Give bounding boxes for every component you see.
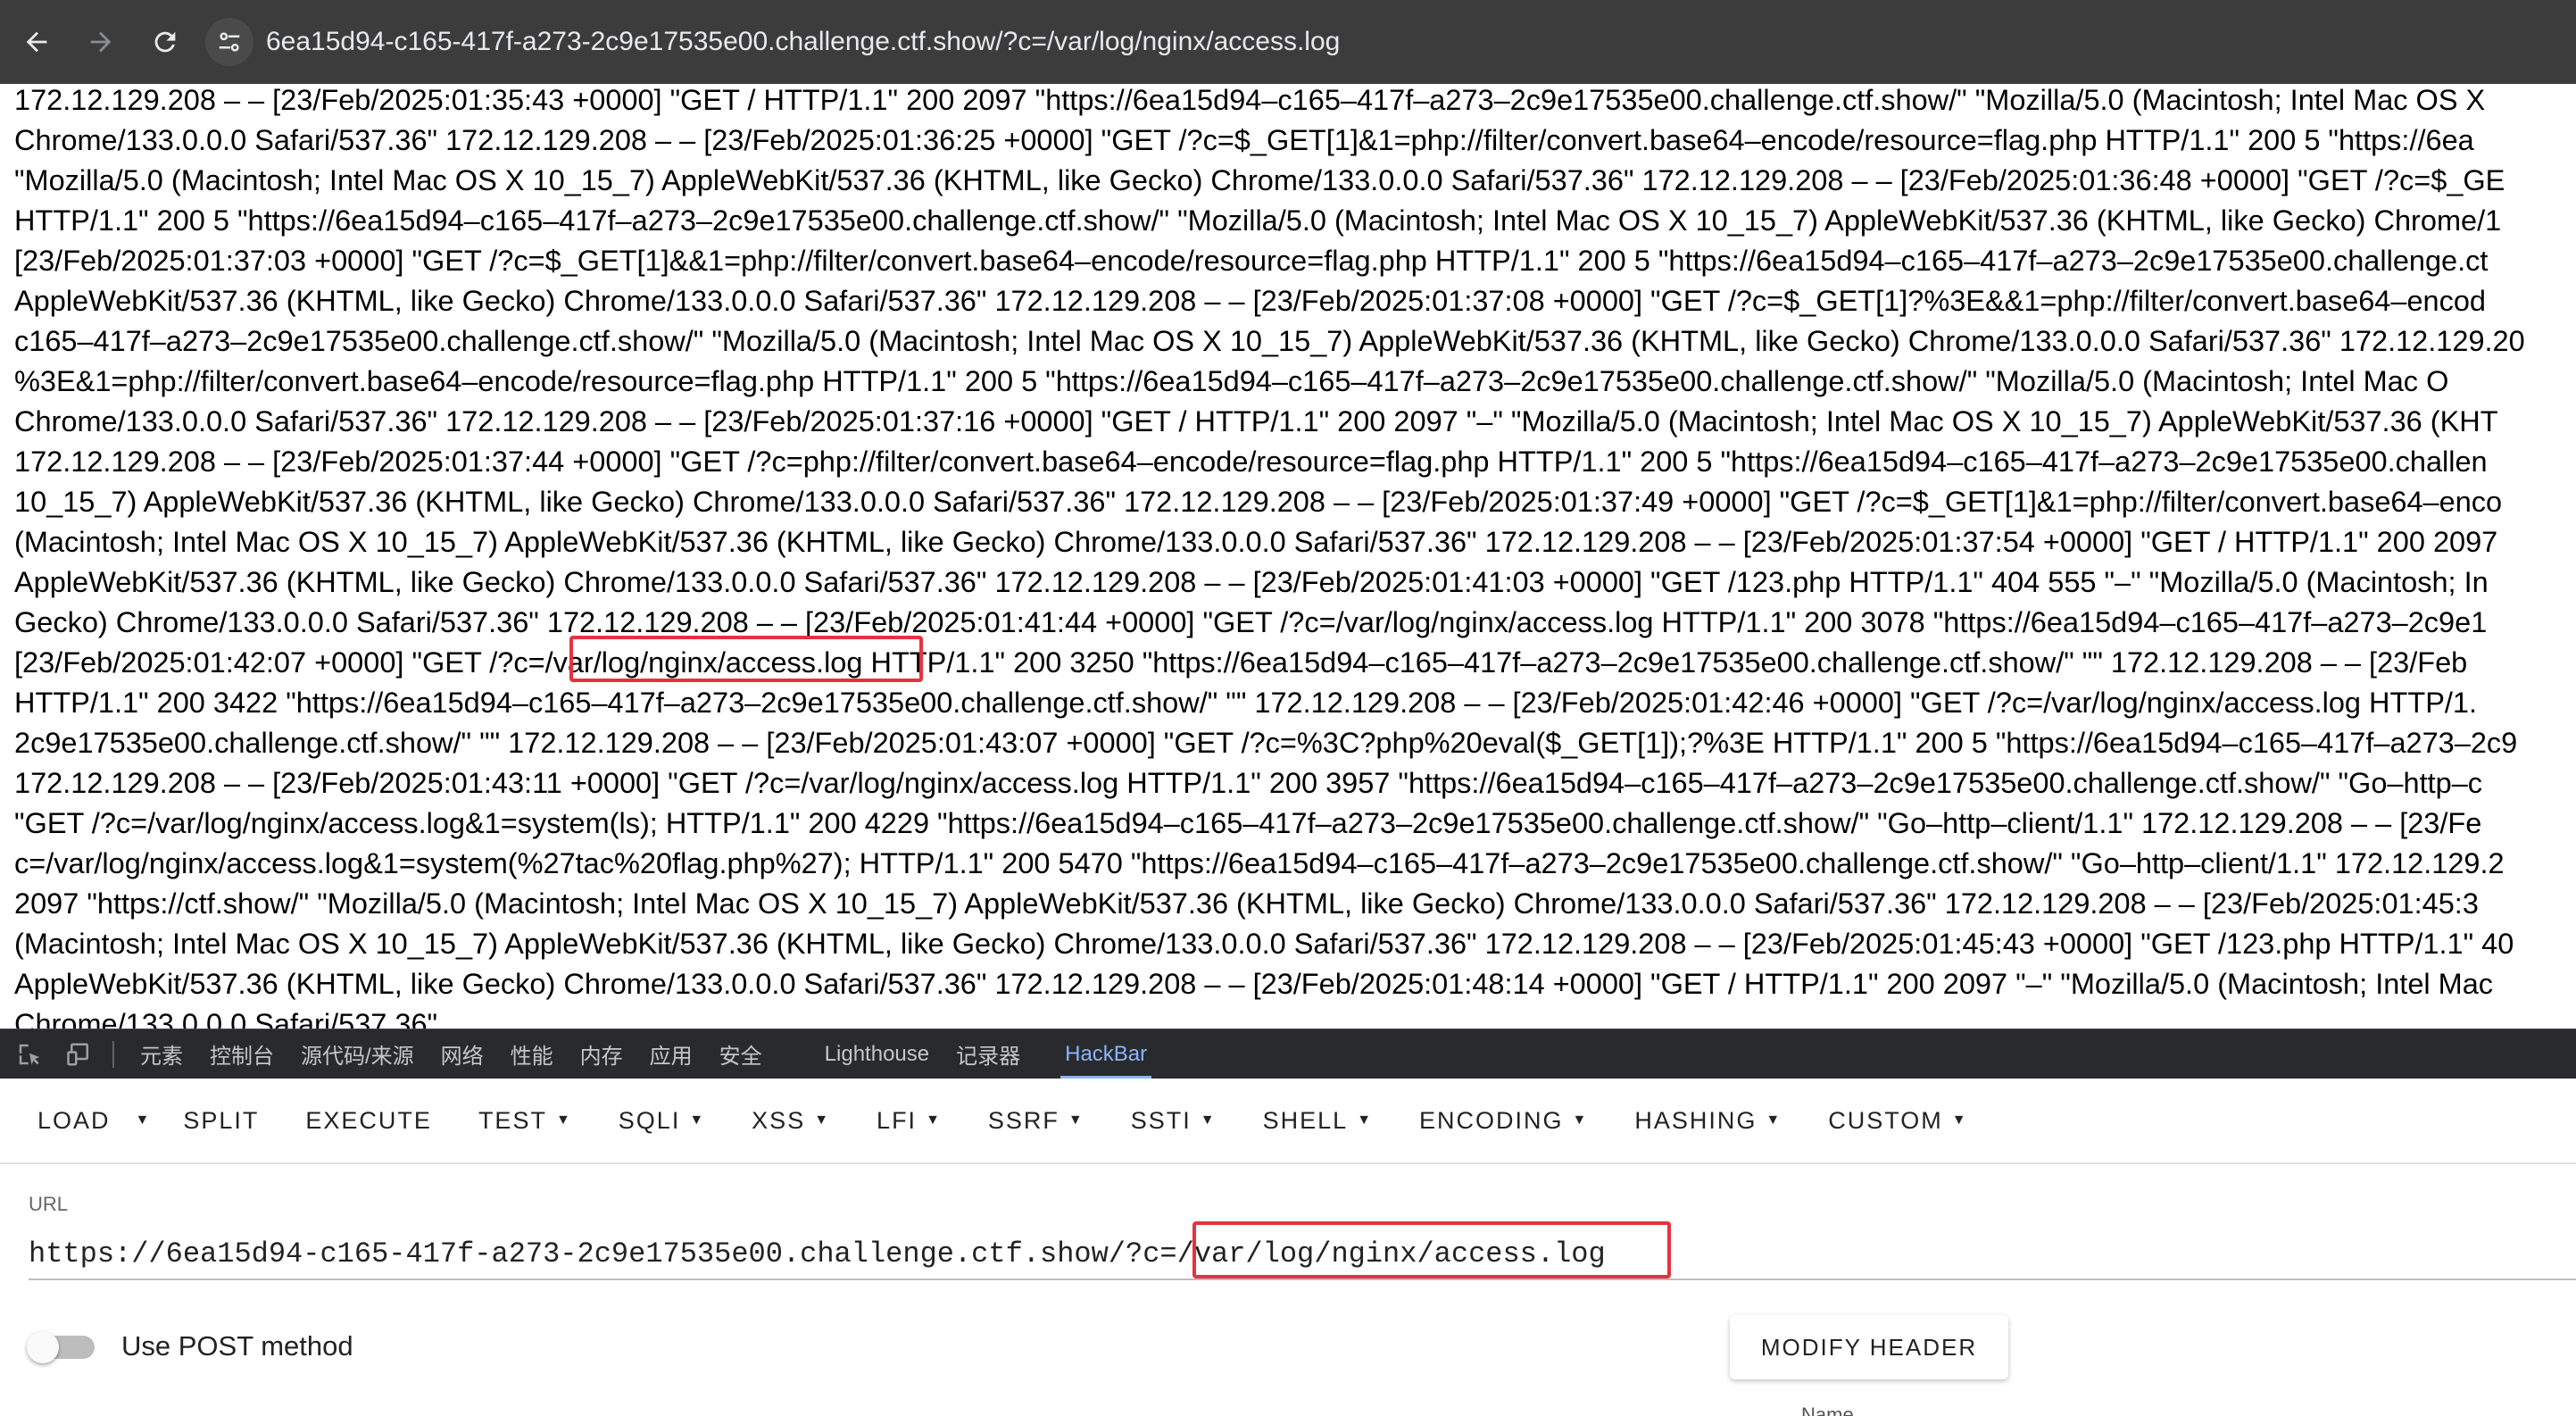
log-highlight-box xyxy=(569,636,923,682)
log-line: HTTP/1.1" 200 5 "https://6ea15d94–c165–4… xyxy=(14,204,2502,237)
log-line: (Macintosh; Intel Mac OS X 10_15_7) Appl… xyxy=(14,526,2498,558)
test-menu-button[interactable]: TEST ▼ xyxy=(455,1092,595,1149)
hashing-label: HASHING xyxy=(1634,1106,1757,1134)
reload-icon xyxy=(154,31,176,53)
hackbar-toolbar: LOAD ▼ SPLIT EXECUTE TEST ▼ SQLI ▼ XSS ▼ LF… xyxy=(0,1079,2576,1164)
log-line: 2c9e17535e00.challenge.ctf.show/" "" 172… xyxy=(14,727,2518,759)
hashing-menu-button[interactable]: HASHING ▼ xyxy=(1611,1092,1805,1149)
log-line: [23/Feb/2025:01:42:07 +0000] "GET /?c=/v… xyxy=(14,646,2468,679)
devtools-divider xyxy=(112,1040,114,1068)
modify-header-button[interactable]: MODIFY HEADER xyxy=(1730,1315,2008,1379)
log-line: "Mozilla/5.0 (Macintosh; Intel Mac OS X … xyxy=(14,164,2505,196)
split-label: SPLIT xyxy=(183,1106,260,1134)
post-method-label: Use POST method xyxy=(121,1330,353,1362)
reload-button[interactable] xyxy=(137,14,193,70)
xss-label: XSS xyxy=(752,1106,806,1134)
log-line: 2097 "https://ctf.show/" "Mozilla/5.0 (M… xyxy=(14,887,2479,920)
execute-label: EXECUTE xyxy=(305,1106,432,1134)
caret-down-icon: ▼ xyxy=(814,1112,831,1128)
caret-down-icon: ▼ xyxy=(555,1112,572,1128)
lfi-menu-button[interactable]: LFI ▼ xyxy=(853,1092,965,1149)
load-button[interactable]: LOAD xyxy=(14,1092,127,1149)
ssti-label: SSTI xyxy=(1130,1106,1192,1134)
log-line: 172.12.129.208 – – [23/Feb/2025:01:43:11… xyxy=(14,767,2483,799)
devtools-tab-memory[interactable]: 内存 xyxy=(567,1029,636,1079)
address-bar[interactable]: 6ea15d94-c165-417f-a273-2c9e17535e00.cha… xyxy=(266,27,1340,57)
back-icon xyxy=(26,31,47,53)
sqli-menu-button[interactable]: SQLI ▼ xyxy=(595,1092,728,1149)
post-method-row: Use POST method xyxy=(27,1320,353,1373)
log-line: AppleWebKit/537.36 (KHTML, like Gecko) C… xyxy=(14,285,2486,317)
log-line: Chrome/133.0.0.0 Safari/537.36" 172.12.1… xyxy=(14,405,2498,437)
sqli-label: SQLI xyxy=(618,1106,681,1134)
log-line: 10_15_7) AppleWebKit/537.36 (KHTML, like… xyxy=(14,486,2503,518)
url-field-label: URL xyxy=(29,1193,69,1215)
devtools-tab-security[interactable]: 安全 xyxy=(706,1029,776,1079)
execute-button[interactable]: EXECUTE xyxy=(282,1092,455,1149)
log-line: HTTP/1.1" 200 3422 "https://6ea15d94–c16… xyxy=(14,687,2478,719)
back-button[interactable] xyxy=(9,14,64,70)
devtools-tab-application[interactable]: 应用 xyxy=(636,1029,706,1079)
devtools-tab-sources[interactable]: 源代码/来源 xyxy=(287,1029,428,1079)
caret-down-icon: ▼ xyxy=(1200,1112,1217,1128)
log-line: 172.12.129.208 – – [23/Feb/2025:01:35:43… xyxy=(14,84,2486,116)
log-line: %3E&1=php://filter/convert.base64–encode… xyxy=(14,365,2449,397)
split-button[interactable]: SPLIT xyxy=(160,1092,282,1149)
ssti-menu-button[interactable]: SSTI ▼ xyxy=(1108,1092,1240,1149)
caret-down-icon: ▼ xyxy=(1951,1112,1968,1128)
devtools-tab-lighthouse[interactable]: Lighthouse xyxy=(811,1029,943,1079)
devtools-tab-network[interactable]: 网络 xyxy=(428,1029,497,1079)
site-info-icon xyxy=(219,32,240,52)
lfi-label: LFI xyxy=(877,1106,918,1134)
shell-menu-button[interactable]: SHELL ▼ xyxy=(1240,1092,1396,1149)
custom-label: CUSTOM xyxy=(1828,1106,1943,1134)
devtools-tabbar: 元素 控制台 源代码/来源 网络 性能 内存 应用 安全 Lighthouse … xyxy=(0,1029,2576,1079)
inspect-element-icon xyxy=(19,1044,40,1065)
browser-toolbar: 6ea15d94-c165-417f-a273-2c9e17535e00.cha… xyxy=(0,0,2576,84)
log-line: "GET /?c=/var/log/nginx/access.log&1=sys… xyxy=(14,807,2482,839)
forward-button[interactable] xyxy=(73,14,129,70)
caret-down-icon: ▼ xyxy=(1572,1112,1589,1128)
shell-label: SHELL xyxy=(1262,1106,1349,1134)
xss-menu-button[interactable]: XSS ▼ xyxy=(728,1092,853,1149)
caret-down-icon: ▼ xyxy=(1068,1112,1084,1128)
header-name-label: Name xyxy=(1801,1404,1854,1416)
device-toolbar-icon xyxy=(67,1043,88,1065)
caret-down-icon: ▼ xyxy=(1766,1112,1782,1128)
devtools-tab-performance[interactable]: 性能 xyxy=(497,1029,567,1079)
devtools-tab-hackbar[interactable]: HackBar xyxy=(1051,1029,1160,1079)
log-line: Chrome/133.0.0.0 Safari/537.36" xyxy=(14,1008,438,1029)
log-line: c=/var/log/nginx/access.log&1=system(%27… xyxy=(14,847,2505,879)
inspect-element-button[interactable] xyxy=(9,1034,50,1075)
ssrf-menu-button[interactable]: SSRF ▼ xyxy=(965,1092,1108,1149)
caret-down-icon: ▼ xyxy=(926,1112,942,1128)
log-line: [23/Feb/2025:01:37:03 +0000] "GET /?c=$_… xyxy=(14,245,2489,277)
encoding-label: ENCODING xyxy=(1419,1106,1564,1134)
caret-down-icon: ▼ xyxy=(1357,1112,1374,1128)
url-highlight-box xyxy=(1192,1221,1671,1279)
devtools-tab-console[interactable]: 控制台 xyxy=(196,1029,287,1079)
caret-down-icon: ▼ xyxy=(689,1112,706,1128)
hackbar-panel: LOAD ▼ SPLIT EXECUTE TEST ▼ SQLI ▼ XSS ▼ LF… xyxy=(0,1079,2576,1416)
log-line: (Macintosh; Intel Mac OS X 10_15_7) Appl… xyxy=(14,928,2514,960)
devtools-tab-recorder[interactable]: 记录器 xyxy=(943,1029,1034,1079)
device-toolbar-button[interactable] xyxy=(59,1034,100,1075)
toggle-thumb xyxy=(27,1331,59,1363)
log-line: AppleWebKit/537.36 (KHTML, like Gecko) C… xyxy=(14,968,2494,1000)
log-line: AppleWebKit/537.36 (KHTML, like Gecko) C… xyxy=(14,566,2489,598)
log-line: Chrome/133.0.0.0 Safari/537.36" 172.12.1… xyxy=(14,124,2474,156)
log-line: 172.12.129.208 – – [23/Feb/2025:01:37:44… xyxy=(14,446,2488,478)
site-info-button[interactable] xyxy=(205,18,253,66)
forward-icon xyxy=(90,31,112,53)
devtools-tab-elements[interactable]: 元素 xyxy=(127,1029,196,1079)
log-line: Gecko) Chrome/133.0.0.0 Safari/537.36" 1… xyxy=(14,606,2488,638)
post-method-toggle[interactable] xyxy=(27,1331,98,1363)
encoding-menu-button[interactable]: ENCODING ▼ xyxy=(1396,1092,1611,1149)
load-dropdown-icon[interactable]: ▼ xyxy=(127,1092,161,1149)
custom-menu-button[interactable]: CUSTOM ▼ xyxy=(1805,1092,1990,1149)
test-label: TEST xyxy=(478,1106,547,1134)
ssrf-label: SSRF xyxy=(987,1106,1059,1134)
log-line: c165–417f–a273–2c9e17535e00.challenge.ct… xyxy=(14,325,2525,357)
page-content: 172.12.129.208 – – [23/Feb/2025:01:35:43… xyxy=(0,84,2576,1029)
